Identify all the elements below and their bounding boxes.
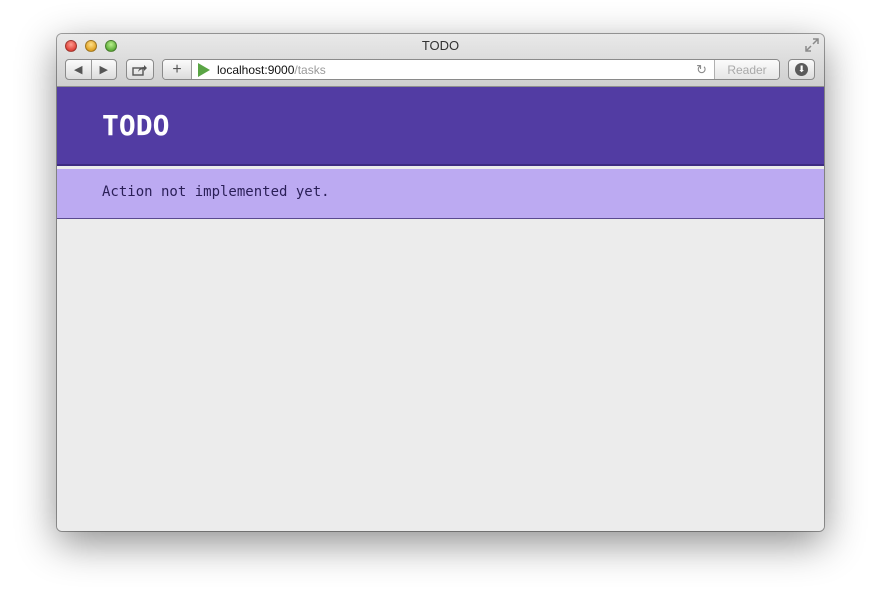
address-bar[interactable]: + localhost:9000/tasks ↻ Reader [162,59,780,80]
play-icon [198,63,210,77]
fullscreen-icon[interactable] [805,38,819,52]
back-forward-control: ◀ ▶ [65,59,117,80]
app-header: TODO [57,87,824,166]
page-content [57,219,824,531]
flash-message-bar: Action not implemented yet. [57,169,824,219]
downloads-button[interactable]: ⬇ [788,59,815,80]
flash-message: Action not implemented yet. [102,184,330,200]
reader-button[interactable]: Reader [714,60,779,79]
share-button[interactable] [126,59,154,80]
forward-button[interactable]: ▶ [90,60,117,79]
back-icon: ◀ [74,64,83,76]
share-icon [132,64,147,76]
browser-window: TODO ◀ ▶ + localhost:9000/tasks ↻ Reader… [57,34,824,531]
url-host: localhost:9000 [217,63,295,77]
back-button[interactable]: ◀ [66,60,91,79]
title-bar: TODO ◀ ▶ + localhost:9000/tasks ↻ Reader… [57,34,824,87]
download-icon: ⬇ [795,63,808,76]
new-tab-button[interactable]: + [163,60,192,79]
reload-icon[interactable]: ↻ [696,62,707,78]
page-title: TODO [102,109,170,142]
window-title: TODO [421,38,460,53]
plus-icon: + [172,60,182,78]
url-path: /tasks [294,63,326,77]
url-text[interactable]: localhost:9000/tasks [217,63,326,77]
forward-icon: ▶ [99,64,108,76]
